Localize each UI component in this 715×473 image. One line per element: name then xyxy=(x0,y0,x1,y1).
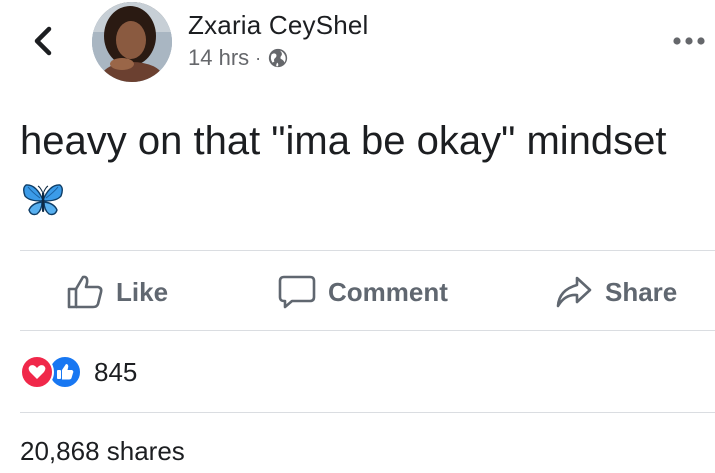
chevron-left-icon xyxy=(34,26,52,56)
ellipsis-icon xyxy=(673,37,705,45)
share-label: Share xyxy=(605,276,678,307)
speech-bubble-icon xyxy=(278,274,316,310)
post-view: Zxaria CeyShel 14 hrs · heavy on that "i… xyxy=(0,0,715,473)
share-arrow-icon xyxy=(555,274,593,310)
comment-button[interactable]: Comment xyxy=(278,270,448,314)
butterfly-icon xyxy=(22,176,64,234)
post-body: heavy on that "ima be okay" mindset xyxy=(20,112,690,234)
reaction-icons xyxy=(20,355,86,389)
reaction-count: 845 xyxy=(94,356,138,387)
share-button[interactable]: Share xyxy=(555,270,677,314)
back-button[interactable] xyxy=(26,24,60,58)
reactions-summary[interactable]: 845 xyxy=(20,355,137,389)
avatar[interactable] xyxy=(92,2,172,82)
shares-count[interactable]: 20,868 shares xyxy=(20,436,185,467)
thumbs-up-icon xyxy=(66,274,104,310)
divider xyxy=(20,412,715,413)
divider xyxy=(20,250,715,251)
heart-icon xyxy=(20,355,54,389)
post-text: heavy on that "ima be okay" mindset xyxy=(20,119,667,163)
divider xyxy=(20,330,715,331)
author-name[interactable]: Zxaria CeyShel xyxy=(188,10,369,41)
post-time[interactable]: 14 hrs xyxy=(188,45,249,71)
globe-icon xyxy=(268,48,288,68)
like-button[interactable]: Like xyxy=(66,270,168,314)
meta-separator: · xyxy=(255,47,262,68)
post-meta: 14 hrs · xyxy=(188,45,289,71)
avatar-image xyxy=(92,2,172,82)
like-label: Like xyxy=(116,276,169,307)
more-options-button[interactable] xyxy=(669,26,709,56)
comment-label: Comment xyxy=(328,276,448,307)
